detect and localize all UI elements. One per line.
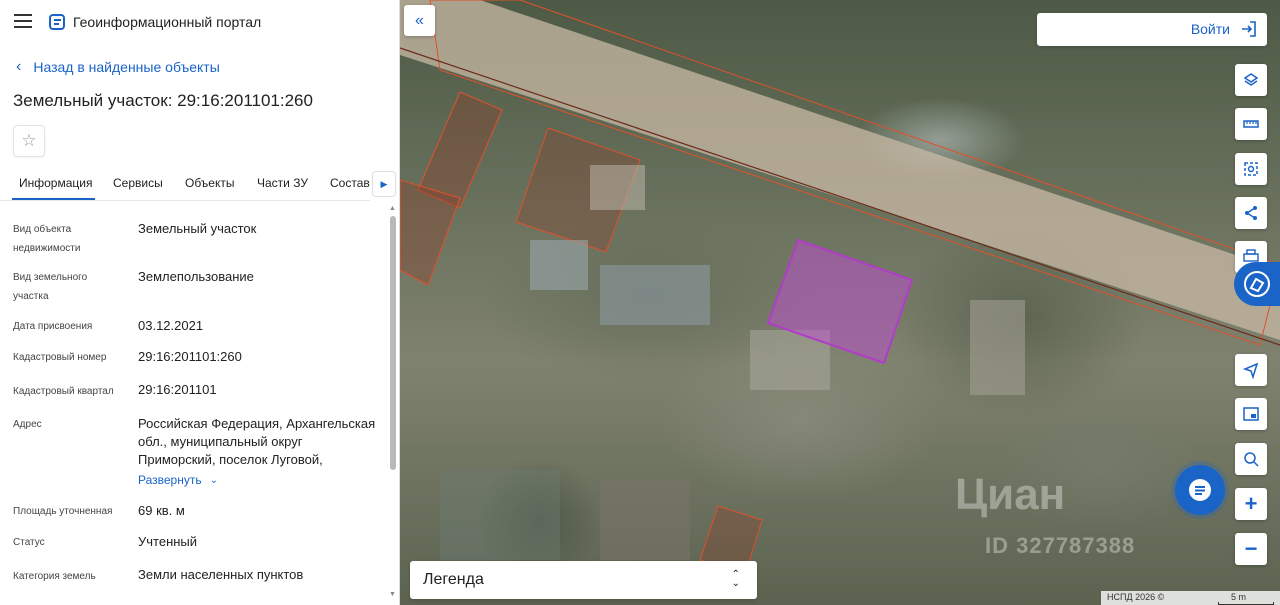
watermark-logo: Циан [955, 470, 1066, 519]
property-value: Учтенный [138, 534, 198, 549]
property-label: Адрес [13, 419, 42, 430]
chevron-down-icon: ⌄ [209, 474, 218, 486]
property-label: Кадастровый квартал [13, 386, 114, 397]
map-view[interactable] [400, 0, 1280, 605]
collapse-panel-icon[interactable]: « [404, 5, 435, 36]
scrollbar-thumb[interactable] [390, 216, 396, 470]
portal-logo-icon [49, 14, 65, 30]
property-label: Вид земельного участка [13, 272, 88, 302]
login-icon [1242, 21, 1256, 37]
scrollbar[interactable]: ▲ ▼ [389, 205, 397, 605]
tab-info[interactable]: Информация [19, 176, 92, 190]
property-label: Статус [13, 537, 45, 548]
back-link[interactable]: ‹ Назад в найденные объекты [16, 58, 220, 76]
chevron-left-icon: ‹ [16, 58, 22, 75]
ruler-icon[interactable] [1235, 108, 1267, 140]
property-value: 69 кв. м [138, 503, 185, 518]
map-attribution: НСПД 2026 © 5 m [1101, 591, 1280, 605]
building-shape [590, 165, 645, 210]
report-icon [1244, 271, 1270, 297]
back-label: Назад в найденные объекты [33, 59, 220, 75]
share-icon[interactable] [1235, 197, 1267, 229]
chat-icon [1189, 479, 1211, 501]
property-value: Землепользование [138, 269, 254, 284]
legend-label: Легенда [423, 571, 484, 588]
property-label: Кадастровый номер [13, 352, 107, 363]
tab-composition[interactable]: Состав [330, 176, 370, 190]
login-label: Войти [1190, 21, 1230, 37]
scale-label: 5 m [1231, 592, 1247, 602]
scroll-down-icon[interactable]: ▼ [389, 591, 396, 598]
tab-objects[interactable]: Объекты [185, 176, 235, 190]
building-shape [530, 240, 588, 290]
menu-icon[interactable] [14, 14, 32, 28]
expand-link[interactable]: Развернуть ⌄ [138, 473, 218, 487]
scroll-up-icon[interactable]: ▲ [389, 205, 396, 212]
app-title: Геоинформационный портал [73, 14, 262, 30]
favorite-star-icon[interactable]: ☆ [13, 125, 45, 157]
active-tab-indicator [12, 198, 95, 200]
building-shape [440, 470, 560, 560]
layers-icon[interactable] [1235, 64, 1267, 96]
building-shape [600, 480, 690, 560]
object-title: Земельный участок: 29:16:201101:260 [13, 91, 313, 110]
chevron-updown-icon: ⌃ ⌄ [731, 569, 740, 589]
tab-bar: Информация Сервисы Объекты Части ЗУ Сост… [0, 166, 370, 201]
property-label: Вид объекта недвижимости [13, 224, 81, 254]
legend-dropdown[interactable]: Легенда ⌃ ⌄ [410, 561, 757, 599]
tab-services[interactable]: Сервисы [113, 176, 163, 190]
chat-button[interactable] [1175, 465, 1225, 515]
building-shape [600, 265, 710, 325]
property-value: 03.12.2021 [138, 318, 204, 333]
parcel-outline[interactable] [400, 179, 461, 286]
attribution-text: НСПД 2026 © [1107, 592, 1165, 602]
side-panel-tab[interactable] [1234, 262, 1280, 306]
zoom-in-icon[interactable]: + [1235, 488, 1267, 520]
zoom-out-icon[interactable]: − [1235, 533, 1267, 565]
property-label: Категория земель [13, 571, 96, 582]
login-button[interactable]: Войти [1037, 13, 1267, 46]
property-label: Площадь уточненная [13, 506, 113, 517]
property-value: 29:16:201101:260 [138, 349, 242, 364]
geo-search-icon[interactable] [1235, 443, 1267, 475]
side-panel: Геоинформационный портал ‹ Назад в найде… [0, 0, 400, 605]
panel-header: Геоинформационный портал [0, 0, 399, 46]
property-label: Дата присвоения [13, 321, 93, 332]
property-list: Вид объекта недвижимости Земельный участ… [0, 205, 386, 605]
expand-label: Развернуть [138, 473, 202, 487]
locate-icon[interactable] [1235, 354, 1267, 386]
property-value: Земли населенных пунктов [138, 567, 304, 582]
property-value: 29:16:201101 [138, 382, 217, 397]
tab-parts[interactable]: Части ЗУ [257, 176, 308, 190]
property-value: Земельный участок [138, 221, 257, 236]
map-overlay [400, 0, 1280, 576]
tab-scroll-right-icon[interactable]: ▶ [372, 171, 396, 197]
select-area-icon[interactable] [1235, 153, 1267, 185]
minimap-icon[interactable] [1235, 398, 1267, 430]
watermark-id: ID 327787388 [985, 533, 1136, 558]
building-shape [970, 300, 1025, 395]
address-value: Российская Федерация, Архангельская обл.… [138, 416, 376, 467]
